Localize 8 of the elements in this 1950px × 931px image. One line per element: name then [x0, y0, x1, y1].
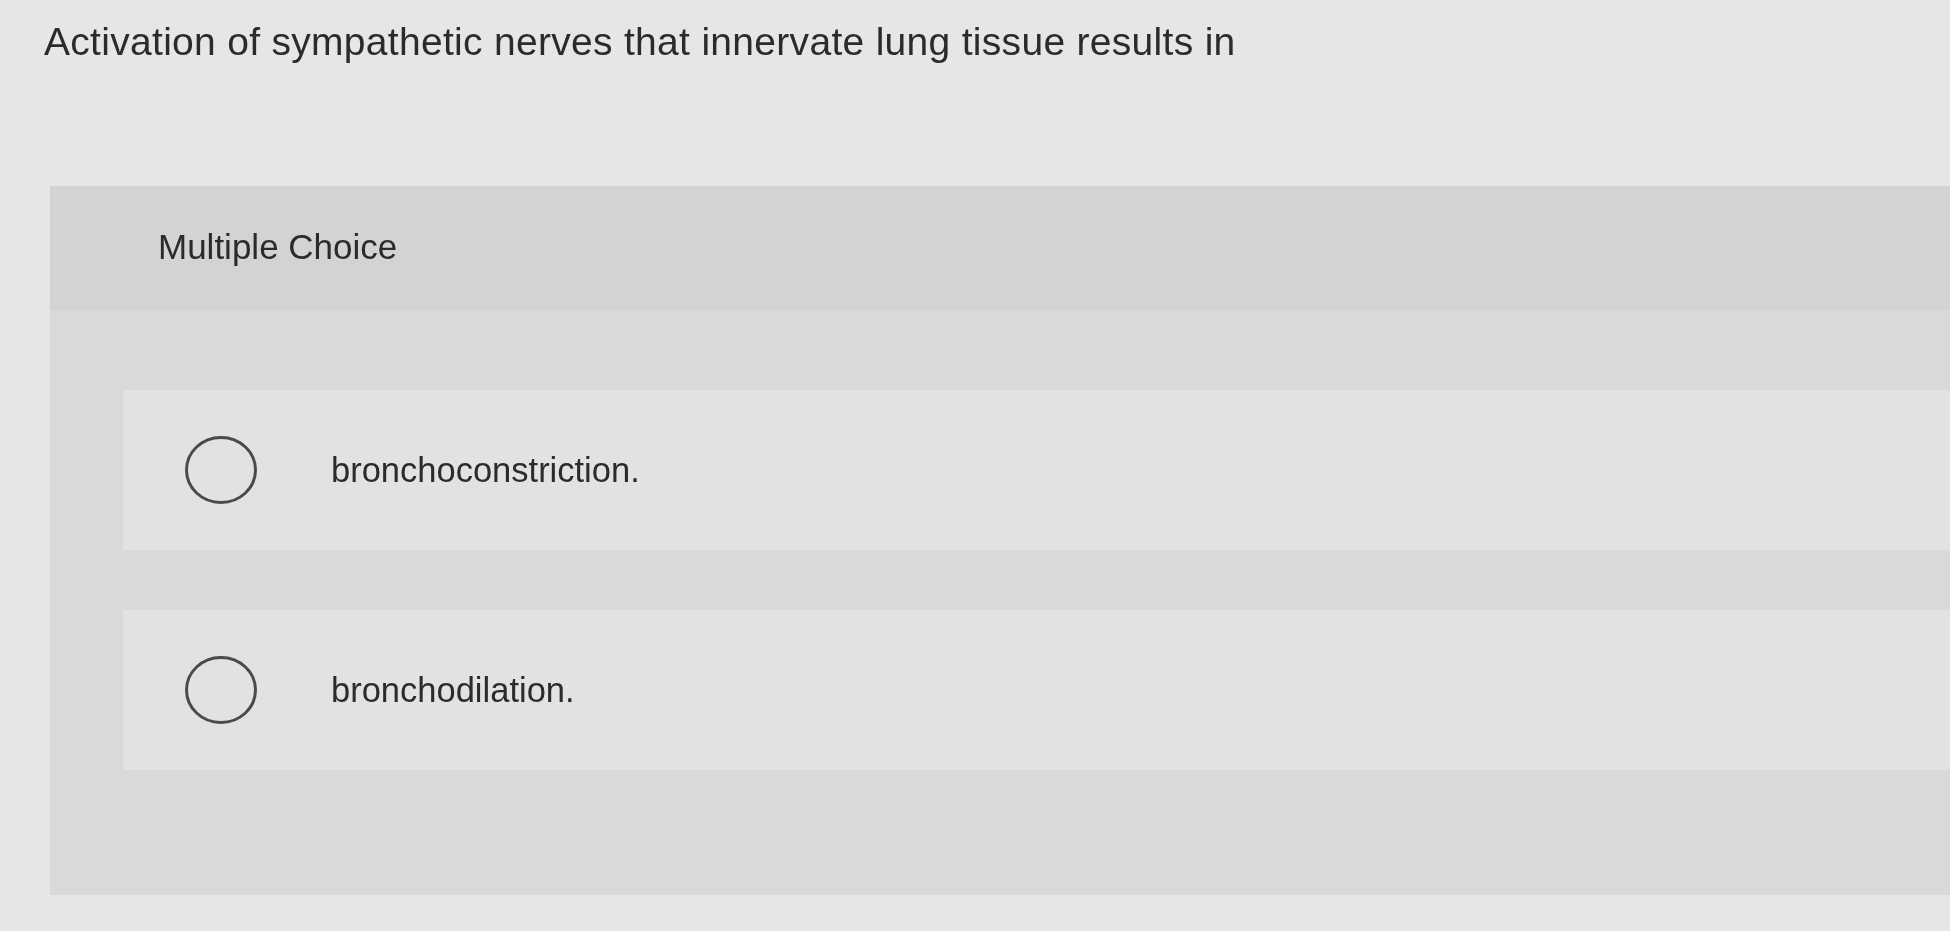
- option-text: bronchoconstriction.: [331, 450, 640, 491]
- radio-button[interactable]: [185, 656, 257, 724]
- question-text: Activation of sympathetic nerves that innervate lung tissue results in: [44, 19, 1236, 65]
- option-text: bronchodilation.: [331, 670, 575, 711]
- answer-option[interactable]: bronchodilation.: [123, 610, 1950, 770]
- answer-option[interactable]: bronchoconstriction.: [123, 390, 1950, 550]
- question-type-label: Multiple Choice: [158, 226, 398, 268]
- radio-button[interactable]: [185, 436, 257, 504]
